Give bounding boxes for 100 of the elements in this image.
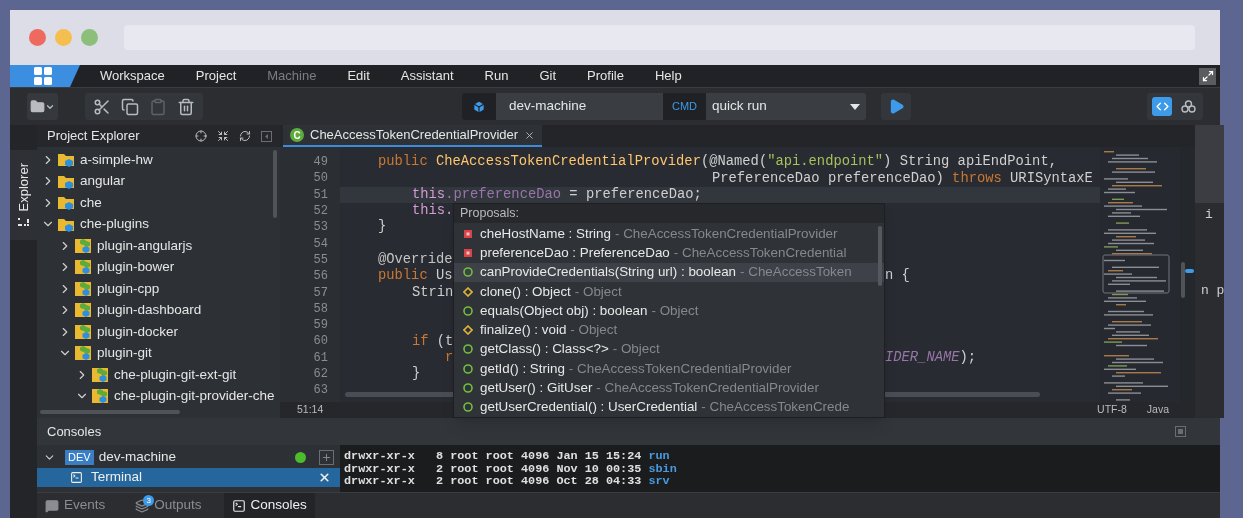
- popup-title: Proposals:: [454, 204, 884, 224]
- diamond-icon: [463, 286, 473, 297]
- line-number: 55: [313, 253, 328, 266]
- bottom-tab[interactable]: 3 Outputs: [127, 493, 210, 518]
- proposal-item[interactable]: preferenceDao : PreferenceDao - CheAccessTokenCredential: [454, 243, 884, 263]
- field-icon: [464, 248, 472, 257]
- tree-item[interactable]: angular: [80, 171, 126, 192]
- proposal-item[interactable]: canProvideCredentials(String url) : boolean - CheAccessToken: [454, 262, 884, 282]
- count-badge: 3: [143, 495, 155, 506]
- language-label: Java: [1146, 402, 1169, 418]
- scrollbar-thumb[interactable]: [1181, 262, 1185, 298]
- line-number: 53: [313, 221, 328, 234]
- tree-item[interactable]: che-plugins: [80, 214, 150, 235]
- plus-icon: [321, 452, 332, 463]
- line-number: 56: [313, 270, 328, 283]
- caret-icon: [850, 103, 860, 110]
- tree-item[interactable]: plugin-bower: [97, 257, 175, 278]
- editor-tab[interactable]: C CheAccessTokenCredentialProvider: [283, 125, 543, 147]
- fullscreen-button[interactable]: [1199, 67, 1216, 85]
- terminal-icon: [231, 498, 246, 513]
- refresh-icon[interactable]: [239, 130, 251, 142]
- proposal-item[interactable]: getUserCredential() : UserCredential - CheAccessTokenCrede: [454, 397, 884, 417]
- line-number: 57: [313, 286, 328, 299]
- code-line: this.: [412, 204, 454, 218]
- tree-item[interactable]: plugin-docker: [97, 321, 179, 342]
- code-line: IDER_NAME);: [885, 350, 977, 365]
- command-select[interactable]: quick run: [706, 93, 866, 120]
- tree-item[interactable]: plugin-cpp: [97, 278, 160, 299]
- field-icon: [464, 229, 472, 238]
- code-line: this.preferenceDao = preferenceDao;: [412, 187, 702, 202]
- minimap-drawing[interactable]: [1102, 149, 1172, 401]
- menu-item[interactable]: Edit: [347, 66, 370, 86]
- menu-item[interactable]: Help: [654, 66, 682, 86]
- close-icon[interactable]: [524, 129, 536, 141]
- run-button[interactable]: [881, 93, 911, 120]
- proposal-item[interactable]: cheHostName : String - CheAccessTokenCredentialProvider: [454, 224, 884, 244]
- code-line: public Us: [378, 269, 453, 284]
- panel-title: Consoles: [47, 422, 103, 441]
- line-number: 59: [313, 319, 328, 332]
- tree-item[interactable]: che: [80, 192, 102, 213]
- proposal-item[interactable]: getClass() : Class<?> - Object: [454, 339, 884, 360]
- scrollbar-thumb[interactable]: [40, 410, 180, 414]
- hide-panel-icon[interactable]: [261, 130, 272, 142]
- view-toggle[interactable]: [1178, 97, 1198, 116]
- line-number: 58: [313, 302, 328, 315]
- tree-item[interactable]: plugin-angularjs: [97, 235, 193, 256]
- view-toggle[interactable]: [1152, 97, 1172, 116]
- tree-item[interactable]: plugin-git: [97, 343, 152, 364]
- bottom-tab[interactable]: Events: [37, 493, 114, 518]
- line-number: 52: [313, 205, 328, 218]
- menu-item[interactable]: Assistant: [400, 66, 454, 86]
- tree-item[interactable]: a-simple-hw: [80, 149, 153, 170]
- command-label: CMD: [663, 93, 706, 120]
- project-folder-icon: [58, 152, 75, 168]
- tree-icon: [18, 217, 29, 227]
- module-folder-icon: [75, 280, 92, 297]
- line-number: 63: [313, 384, 328, 397]
- proposal-item[interactable]: equals(Object obj) : boolean - Object: [454, 301, 884, 321]
- code-line: n {: [885, 269, 910, 284]
- cluster-icon: [1180, 100, 1196, 113]
- tree-item[interactable]: che-plugin-git-provider-che: [114, 386, 275, 407]
- terminal-item[interactable]: Terminal: [37, 468, 340, 487]
- line-number: 62: [313, 368, 328, 380]
- proposal-item[interactable]: getId() : String - CheAccessTokenCredentialProvider: [454, 359, 884, 379]
- encoding-label: UTF-8: [1097, 402, 1127, 418]
- diamond-icon: [463, 325, 473, 336]
- new-folder-button[interactable]: [27, 93, 58, 120]
- cube-icon: [472, 99, 486, 114]
- machine-name[interactable]: dev-machine: [98, 447, 290, 468]
- scrollbar-thumb[interactable]: [878, 226, 882, 287]
- menu-item[interactable]: Workspace: [100, 66, 165, 86]
- collapse-icon[interactable]: [217, 130, 229, 142]
- explorer-side-tab[interactable]: Explorer: [10, 150, 37, 240]
- maximize-icon[interactable]: [1175, 426, 1186, 437]
- code-line: public CheAccessTokenCredentialProvider(@Named("api.endpoint") String apiEndPoint,: [378, 155, 1057, 170]
- tree-item[interactable]: plugin-dashboard: [97, 300, 202, 321]
- close-icon[interactable]: [318, 471, 331, 484]
- menu-item[interactable]: Profile: [587, 66, 624, 86]
- add-terminal-button[interactable]: [319, 450, 334, 465]
- bottom-tab[interactable]: Consoles: [223, 493, 315, 518]
- menu-item[interactable]: Project: [195, 66, 237, 86]
- code-line: if (t: [412, 334, 454, 349]
- machine-selector[interactable]: dev-machine: [462, 93, 663, 120]
- module-folder-icon: [75, 302, 92, 319]
- proposal-item[interactable]: finalize() : void - Object: [454, 320, 884, 340]
- module-folder-icon: [92, 366, 109, 383]
- tree-item[interactable]: che-plugin-git-ext-git: [114, 364, 237, 385]
- module-folder-icon: [75, 345, 92, 362]
- module-folder-icon: [75, 323, 92, 340]
- circle-icon: [463, 344, 473, 355]
- class-icon: C: [290, 128, 304, 142]
- panel-title: Project Explorer: [47, 127, 141, 146]
- menu-item[interactable]: Git: [539, 66, 557, 86]
- grid-logo-icon[interactable]: [10, 65, 80, 87]
- scrollbar-thumb[interactable]: [273, 150, 277, 218]
- locate-icon[interactable]: [195, 130, 207, 142]
- proposal-item[interactable]: getUser() : GitUser - CheAccessTokenCredentialProvider: [454, 378, 884, 398]
- menu-item[interactable]: Run: [484, 66, 509, 86]
- proposal-item[interactable]: clone() : Object - Object: [454, 281, 884, 302]
- line-number: 61: [313, 351, 328, 364]
